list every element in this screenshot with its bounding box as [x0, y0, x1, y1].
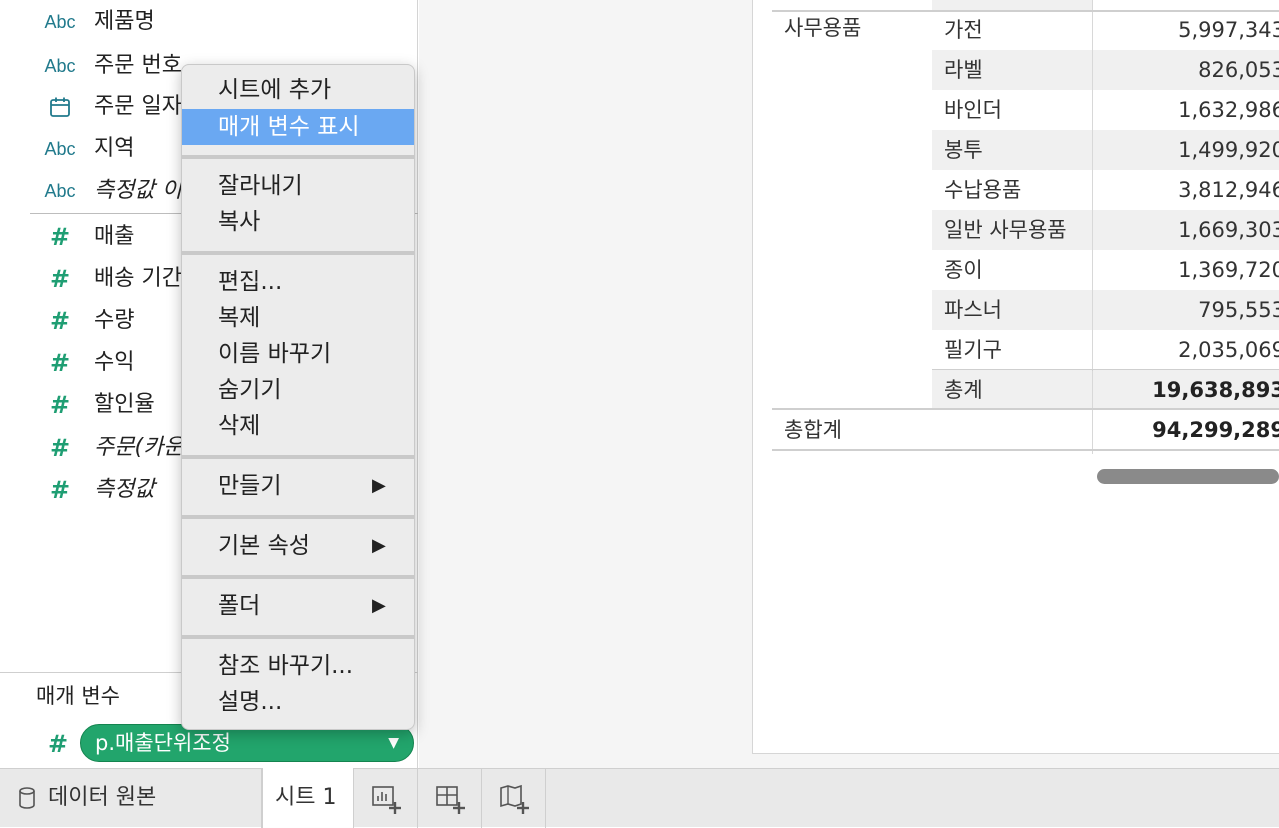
sales-value-cell: 5,997,343	[1178, 18, 1279, 42]
measure-name: 수익	[94, 350, 135, 375]
grand-total-value: 94,299,289	[1152, 418, 1279, 442]
subcategory-cell: 바인더	[944, 98, 1002, 122]
new-dashboard-icon	[435, 785, 465, 814]
subtotal-value: 19,638,893	[1093, 370, 1279, 410]
sales-value-cell: 1,632,986	[1178, 98, 1279, 122]
menu-separator	[182, 155, 414, 159]
measure-name: 측정값	[94, 477, 155, 502]
number-type-icon: #	[49, 223, 71, 251]
menu-separator	[182, 635, 414, 639]
subcategory-cell: 종이	[944, 258, 983, 282]
field-name: 주문 번호	[94, 53, 182, 78]
submenu-arrow-icon: ▶	[372, 595, 386, 616]
menu-item-label: 기본 속성	[218, 533, 310, 559]
tab-label: 데이터 원본	[48, 785, 157, 810]
menu-separator	[182, 515, 414, 519]
menu-item-describe[interactable]: 설명...	[182, 684, 414, 720]
number-type-icon: #	[49, 307, 71, 335]
tab-data-source[interactable]: 데이터 원본	[0, 769, 262, 828]
sales-value-cell: 1,499,920	[1093, 130, 1279, 170]
sales-value-cell: 1,669,303	[1093, 210, 1279, 250]
field-name: 제품명	[94, 9, 155, 34]
subcategory-cell: 라벨	[932, 50, 1092, 90]
grand-total-label: 총합계	[784, 418, 842, 442]
subcategory-cell: 수납용품	[944, 178, 1022, 202]
database-icon	[19, 787, 35, 809]
subcategory-cell: 일반 사무용품	[932, 210, 1092, 250]
menu-item-default-properties[interactable]: 기본 속성 ▶	[182, 528, 414, 564]
sales-value-cell: 2,035,069	[1178, 338, 1279, 362]
calendar-icon	[40, 89, 80, 125]
text-type-icon: Abc	[44, 55, 76, 76]
measure-name: 할인율	[94, 392, 155, 417]
subcategory-cell: 필기구	[944, 338, 1002, 362]
number-type-icon: #	[49, 434, 71, 462]
menu-item-replace-references[interactable]: 참조 바꾸기...	[182, 648, 414, 684]
text-type-icon: Abc	[44, 11, 76, 32]
menu-item-create[interactable]: 만들기 ▶	[182, 468, 414, 504]
menu-item-show-parameter[interactable]: 매개 변수 표시	[182, 109, 414, 145]
new-worksheet-icon	[371, 785, 401, 814]
subcategory-cell: 봉투	[932, 130, 1092, 170]
text-type-icon: Abc	[44, 180, 76, 201]
sales-value-cell: 826,053	[1093, 50, 1279, 90]
menu-item-hide[interactable]: 숨기기	[182, 372, 414, 408]
sales-value-cell: 795,553	[1093, 290, 1279, 330]
field-item[interactable]: Abc 제품명	[0, 4, 418, 40]
category-label: 사무용품	[784, 16, 862, 40]
measure-name: 매출	[94, 224, 135, 249]
subcategory-cell: 파스너	[932, 290, 1092, 330]
dropdown-caret-icon[interactable]: ▼	[388, 725, 399, 761]
new-worksheet-button[interactable]	[354, 769, 418, 828]
number-type-icon: #	[49, 476, 71, 504]
context-menu: 시트에 추가 매개 변수 표시 잘라내기 복사 편집... 복제 이름 바꾸기 …	[181, 64, 415, 730]
measure-name: 수량	[94, 308, 135, 333]
submenu-arrow-icon: ▶	[372, 535, 386, 556]
new-dashboard-button[interactable]	[418, 769, 482, 828]
table-bottom-border	[772, 449, 1279, 451]
subcategory-cell: 가전	[944, 18, 983, 42]
menu-item-add-to-sheet[interactable]: 시트에 추가	[182, 72, 414, 108]
subtotal-label: 총계	[932, 370, 1092, 410]
menu-item-folder[interactable]: 폴더 ▶	[182, 588, 414, 624]
number-type-icon: #	[49, 265, 71, 293]
menu-item-label: 만들기	[218, 473, 282, 499]
menu-item-delete[interactable]: 삭제	[182, 408, 414, 444]
menu-item-duplicate[interactable]: 복제	[182, 300, 414, 336]
menu-separator	[182, 455, 414, 459]
new-story-icon	[499, 784, 529, 814]
sales-value-cell: 3,812,946	[1178, 178, 1279, 202]
tab-label: 시트 1	[275, 785, 337, 810]
text-type-icon: Abc	[44, 138, 76, 159]
menu-separator	[182, 575, 414, 579]
field-name: 주문 일자	[94, 94, 182, 119]
number-type-icon: #	[49, 391, 71, 419]
menu-item-cut[interactable]: 잘라내기	[182, 168, 414, 204]
number-type-icon: #	[49, 349, 71, 377]
horizontal-scrollbar[interactable]	[1097, 469, 1279, 484]
parameters-section-title: 매개 변수	[36, 684, 120, 708]
sheet-tab-bar: 데이터 원본 시트 1	[0, 768, 1279, 828]
new-story-button[interactable]	[482, 769, 546, 828]
number-type-icon: #	[47, 730, 69, 758]
menu-item-copy[interactable]: 복사	[182, 204, 414, 240]
field-name: 지역	[94, 136, 135, 161]
menu-item-label: 폴더	[218, 593, 261, 619]
tab-sheet-1[interactable]: 시트 1	[262, 768, 354, 828]
menu-item-edit[interactable]: 편집...	[182, 264, 414, 300]
submenu-arrow-icon: ▶	[372, 475, 386, 496]
menu-separator	[182, 251, 414, 255]
measure-name: 배송 기간	[94, 266, 182, 291]
header-cell	[932, 0, 1092, 10]
menu-item-rename[interactable]: 이름 바꾸기	[182, 336, 414, 372]
parameter-name: p.매출단위조정	[95, 731, 231, 755]
sales-value-cell: 1,369,720	[1178, 258, 1279, 282]
